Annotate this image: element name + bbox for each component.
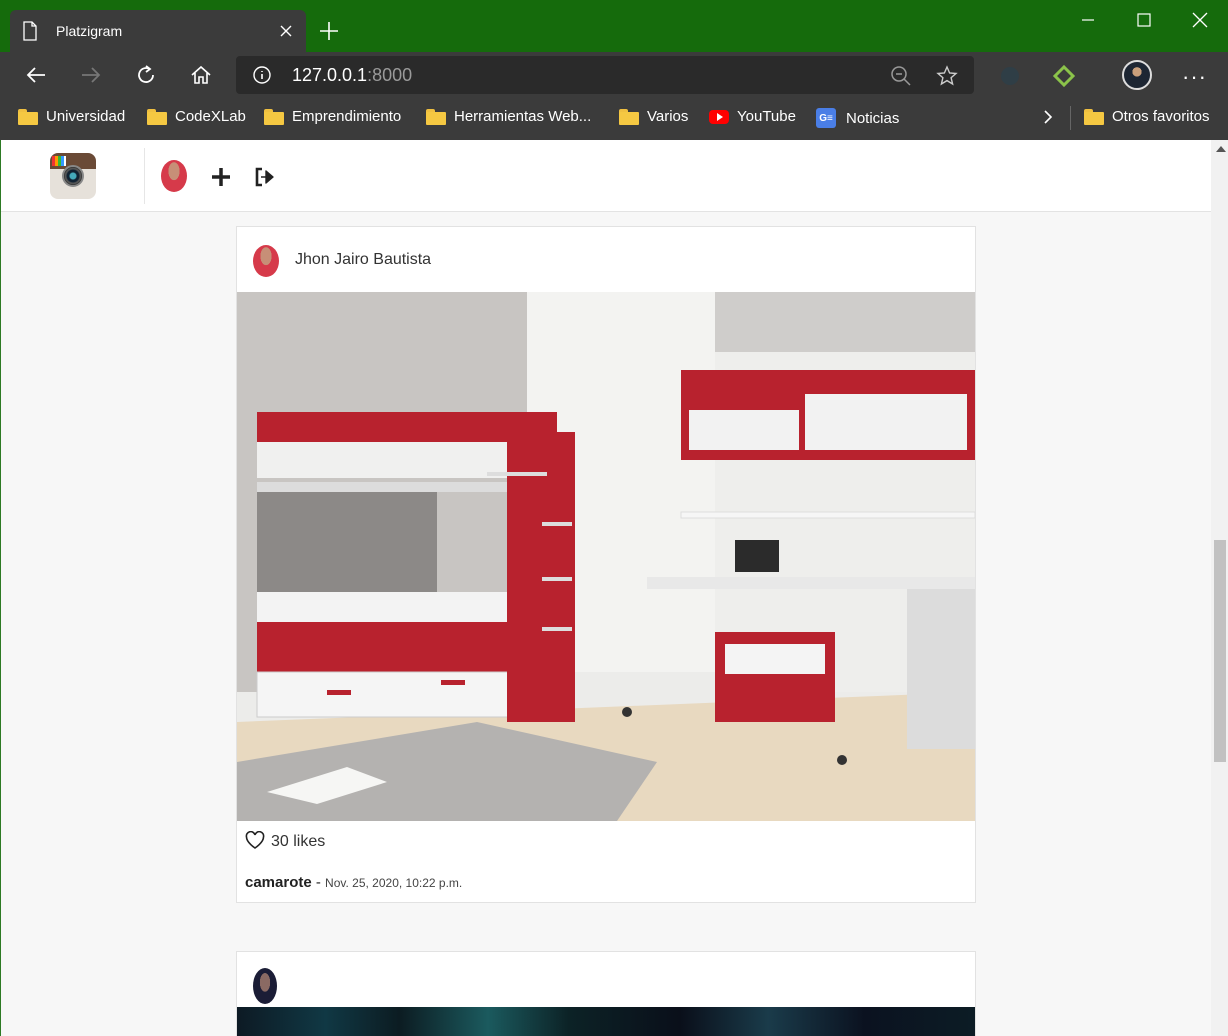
home-icon[interactable] (189, 63, 213, 87)
folder-icon (619, 108, 639, 125)
logout-icon[interactable] (253, 166, 277, 188)
url-text[interactable]: 127.0.0.1:8000 (292, 65, 412, 86)
close-tab-icon[interactable] (278, 23, 294, 39)
bookmark-emprendimiento[interactable]: Emprendimiento (264, 108, 401, 125)
address-bar[interactable]: 127.0.0.1:8000 (236, 56, 974, 94)
bookmark-label: Noticias (846, 109, 900, 127)
add-post-icon[interactable] (210, 166, 232, 188)
bookmarks-bar: Universidad CodeXLab Emprendimiento Herr… (0, 98, 1228, 140)
bookmark-youtube[interactable]: YouTube (709, 108, 796, 125)
post-date: Nov. 25, 2020, 10:22 p.m. (325, 876, 463, 890)
profile-avatar[interactable] (1122, 60, 1152, 90)
user-avatar[interactable] (161, 160, 187, 192)
info-icon[interactable] (252, 65, 272, 85)
back-icon[interactable] (24, 63, 48, 87)
bookmark-separator (1070, 106, 1071, 130)
bookmark-codexlab[interactable]: CodeXLab (147, 108, 246, 125)
bookmark-herramientas-web[interactable]: Herramientas Web... (426, 108, 591, 125)
folder-icon (264, 108, 284, 125)
bookmark-otros-favoritos[interactable]: Otros favoritos (1084, 108, 1210, 125)
bookmark-universidad[interactable]: Universidad (18, 108, 125, 125)
bookmark-label: YouTube (737, 108, 796, 125)
camera-lens-icon (62, 165, 84, 187)
zoom-out-icon[interactable] (890, 65, 912, 87)
maximize-icon[interactable] (1134, 10, 1154, 30)
scroll-up-arrow-icon[interactable] (1216, 146, 1226, 152)
folder-icon (18, 108, 38, 125)
logo-stripes (52, 156, 66, 166)
browser-toolbar: 127.0.0.1:8000 ··· (0, 52, 1228, 98)
forward-icon[interactable] (79, 63, 103, 87)
post-image[interactable] (237, 292, 975, 821)
bookmark-varios[interactable]: Varios (619, 108, 688, 125)
app-header (1, 140, 1211, 212)
tab-title: Platzigram (56, 23, 123, 39)
more-menu-icon[interactable]: ··· (1182, 64, 1207, 90)
close-window-icon[interactable] (1190, 10, 1210, 30)
likes-count: 30 likes (271, 833, 326, 850)
page-scrollbar[interactable] (1211, 140, 1228, 1036)
platzigram-logo[interactable] (50, 153, 96, 199)
post-image[interactable] (237, 1007, 975, 1036)
header-divider (144, 148, 145, 204)
extension-icon[interactable] (998, 64, 1022, 88)
post-author-avatar[interactable] (253, 245, 279, 277)
page-viewport: Jhon Jairo Bautista 30 likes camarote - … (0, 140, 1228, 1036)
bookmark-label: Herramientas Web... (454, 108, 592, 125)
new-tab-icon[interactable] (318, 20, 340, 42)
bookmark-noticias[interactable]: G≡ Noticias (816, 108, 899, 128)
google-news-icon: G≡ (816, 108, 836, 128)
browser-tab[interactable]: Platzigram (10, 10, 306, 52)
post-card: Jhon Jairo Bautista 30 likes camarote - … (236, 226, 976, 903)
feedly-extension-icon[interactable] (1052, 64, 1076, 88)
folder-icon (426, 108, 446, 125)
chevron-right-icon[interactable] (1040, 107, 1056, 127)
minimize-icon[interactable] (1078, 10, 1098, 30)
page-icon (23, 21, 37, 41)
caption-author[interactable]: camarote (245, 874, 312, 891)
caption-separator: - (311, 874, 326, 891)
post-caption: camarote - Nov. 25, 2020, 10:22 p.m. (245, 874, 462, 891)
bookmark-label: CodeXLab (175, 108, 246, 125)
bookmark-label: Otros favoritos (1112, 108, 1210, 125)
scroll-thumb[interactable] (1214, 540, 1226, 762)
bookmark-label: Emprendimiento (292, 108, 402, 125)
browser-titlebar: Platzigram (0, 0, 1228, 52)
bookmark-label: Universidad (46, 108, 126, 125)
youtube-icon (709, 109, 729, 124)
folder-icon (1084, 108, 1104, 125)
folder-icon (147, 108, 167, 125)
post-card (236, 951, 976, 1036)
post-author-name[interactable]: Jhon Jairo Bautista (295, 251, 431, 269)
post-author-avatar[interactable] (253, 968, 277, 1004)
favorite-star-icon[interactable] (936, 65, 958, 87)
bookmark-label: Varios (647, 108, 689, 125)
like-heart-icon[interactable] (245, 831, 265, 850)
refresh-icon[interactable] (134, 63, 158, 87)
